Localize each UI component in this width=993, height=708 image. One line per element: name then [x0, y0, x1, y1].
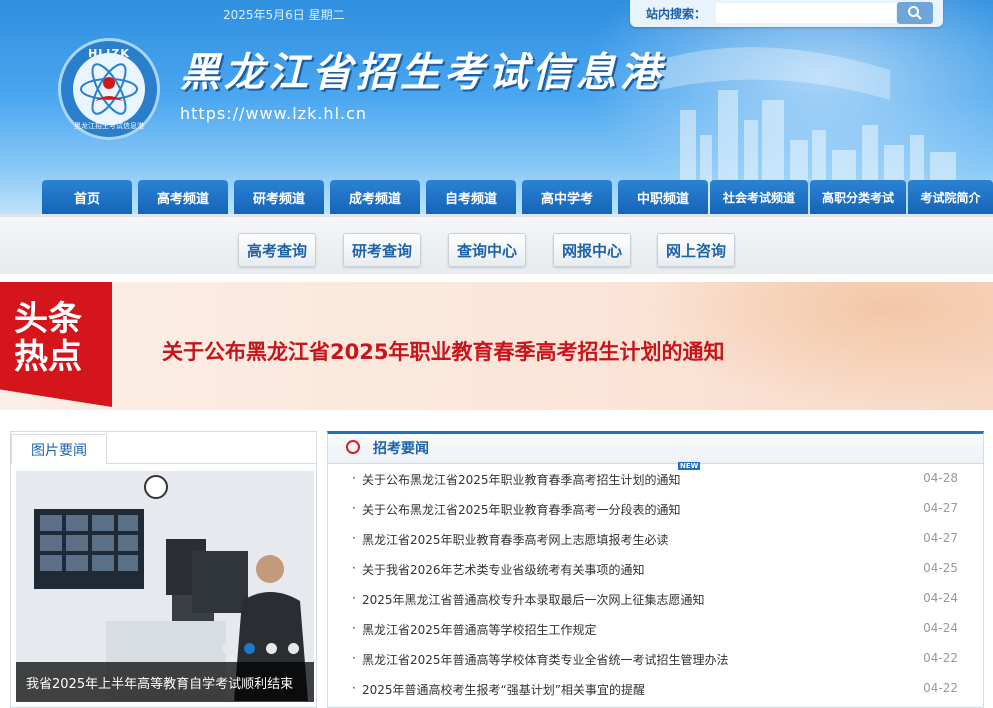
bullet: ·: [352, 531, 356, 545]
tab-picture-news[interactable]: 图片要闻: [11, 434, 107, 464]
bullet: ·: [352, 621, 356, 635]
nav-item-chengkao[interactable]: 成考频道: [330, 180, 420, 214]
news-item-title[interactable]: 关于公布黑龙江省2025年职业教育春季高考招生计划的通知: [362, 471, 681, 488]
search-button[interactable]: [897, 2, 933, 24]
news-item-title[interactable]: 2025年黑龙江省普通高校专升本录取最后一次网上征集志愿通知: [362, 591, 705, 608]
news-item[interactable]: · 2025年黑龙江省普通高校专升本录取最后一次网上征集志愿通知 04-24: [352, 589, 962, 609]
site-search-bar: 站内搜索：: [630, 0, 943, 27]
bullet: ·: [352, 591, 356, 605]
news-item[interactable]: · 关于我省2026年艺术类专业省级统考有关事项的通知 04-25: [352, 559, 962, 579]
news-item-date: 04-28: [923, 471, 958, 485]
news-item-date: 04-24: [923, 591, 958, 605]
logo-emblem: [73, 53, 145, 125]
quick-link-registration[interactable]: 网报中心: [553, 233, 631, 267]
headline-banner: 头条 热点 关于公布黑龙江省2025年职业教育春季高考招生计划的通知: [0, 282, 993, 410]
carousel-dot-2[interactable]: [244, 643, 255, 654]
news-item-date: 04-27: [923, 501, 958, 515]
news-item-date: 04-24: [923, 621, 958, 635]
news-item-date: 04-27: [923, 531, 958, 545]
carousel-dot-4[interactable]: [288, 643, 299, 654]
site-title: 黑龙江省招生考试信息港: [180, 49, 664, 96]
search-input[interactable]: [716, 3, 896, 23]
search-label: 站内搜索：: [646, 7, 707, 21]
news-item[interactable]: · 2025年普通高校考生报考“强基计划”相关事宜的提醒 04-22: [352, 679, 962, 699]
news-item-title[interactable]: 关于我省2026年艺术类专业省级统考有关事项的通知: [362, 561, 645, 578]
news-panel-title[interactable]: 招考要闻: [373, 438, 429, 458]
headline-badge: 头条 热点: [0, 282, 112, 407]
news-item[interactable]: · 关于公布黑龙江省2025年职业教育春季高考招生计划的通知 04-28: [352, 469, 962, 489]
news-item-date: 04-22: [923, 651, 958, 665]
headline-link[interactable]: 关于公布黑龙江省2025年职业教育春季高考招生计划的通知: [162, 336, 724, 366]
site-logo[interactable]: HLJZK 黑龙江招生考试信息港: [58, 38, 160, 140]
badge-line-1: 头条: [14, 299, 82, 339]
news-item[interactable]: · 黑龙江省2025年普通高等学校体育类专业全省统一考试招生管理办法 04-22: [352, 649, 962, 669]
emblem-icon: [80, 63, 138, 115]
bullet: ·: [352, 681, 356, 695]
site-url: https://www.lzk.hl.cn: [180, 104, 368, 123]
news-item-title[interactable]: 2025年普通高校考生报考“强基计划”相关事宜的提醒: [362, 681, 645, 698]
bullet: ·: [352, 501, 356, 515]
news-item-date: 04-25: [923, 561, 958, 575]
globe-icon: [346, 440, 360, 454]
main-nav: 首页 高考频道 研考频道 成考频道 自考频道 高中学考 中职频道 社会考试频道 …: [0, 180, 993, 214]
quick-link-consult[interactable]: 网上咨询: [657, 233, 735, 267]
nav-item-vocational[interactable]: 高职分类考试: [810, 180, 906, 214]
bullet: ·: [352, 561, 356, 575]
nav-item-gaokao[interactable]: 高考频道: [138, 180, 228, 214]
search-icon: [908, 6, 922, 20]
badge-line-2: 热点: [14, 337, 82, 377]
news-item-title[interactable]: 关于公布黑龙江省2025年职业教育春季高考一分段表的通知: [362, 501, 681, 518]
news-item[interactable]: · 黑龙江省2025年职业教育春季高考网上志愿填报考生必读 04-27: [352, 529, 962, 549]
quick-link-gaokao-query[interactable]: 高考查询: [238, 233, 316, 267]
carousel-dot-3[interactable]: [266, 643, 277, 654]
news-item[interactable]: · 关于公布黑龙江省2025年职业教育春季高考一分段表的通知 04-27: [352, 499, 962, 519]
nav-item-home[interactable]: 首页: [42, 180, 132, 214]
photo-caption[interactable]: 我省2025年上半年高等教育自学考试顺利结束: [16, 662, 314, 702]
nav-item-about[interactable]: 考试院简介: [908, 180, 993, 214]
current-date: 2025年5月6日 星期二: [223, 8, 345, 22]
news-item-title[interactable]: 黑龙江省2025年职业教育春季高考网上志愿填报考生必读: [362, 531, 669, 548]
news-item-date: 04-22: [923, 681, 958, 695]
nav-item-zikao[interactable]: 自考频道: [426, 180, 516, 214]
nav-item-yankao[interactable]: 研考频道: [234, 180, 324, 214]
logo-bottom-text: 黑龙江招生考试信息港: [74, 122, 144, 130]
quick-link-yankao-query[interactable]: 研考查询: [343, 233, 421, 267]
news-item[interactable]: · 黑龙江省2025年普通高等学校招生工作规定 04-24: [352, 619, 962, 639]
nav-item-zhongzhi[interactable]: 中职频道: [618, 180, 708, 214]
bullet: ·: [352, 651, 356, 665]
bullet: ·: [352, 471, 356, 485]
news-item-title[interactable]: 黑龙江省2025年普通高等学校体育类专业全省统一考试招生管理办法: [362, 651, 729, 668]
nav-item-xuekao[interactable]: 高中学考: [522, 180, 612, 214]
nav-item-social-exam[interactable]: 社会考试频道: [710, 180, 808, 214]
carousel-dot-1[interactable]: [222, 643, 233, 654]
quick-links-bar: 高考查询 研考查询 查询中心 网报中心 网上咨询: [0, 214, 993, 274]
news-item-title[interactable]: 黑龙江省2025年普通高等学校招生工作规定: [362, 621, 597, 638]
quick-link-query-center[interactable]: 查询中心: [448, 233, 526, 267]
